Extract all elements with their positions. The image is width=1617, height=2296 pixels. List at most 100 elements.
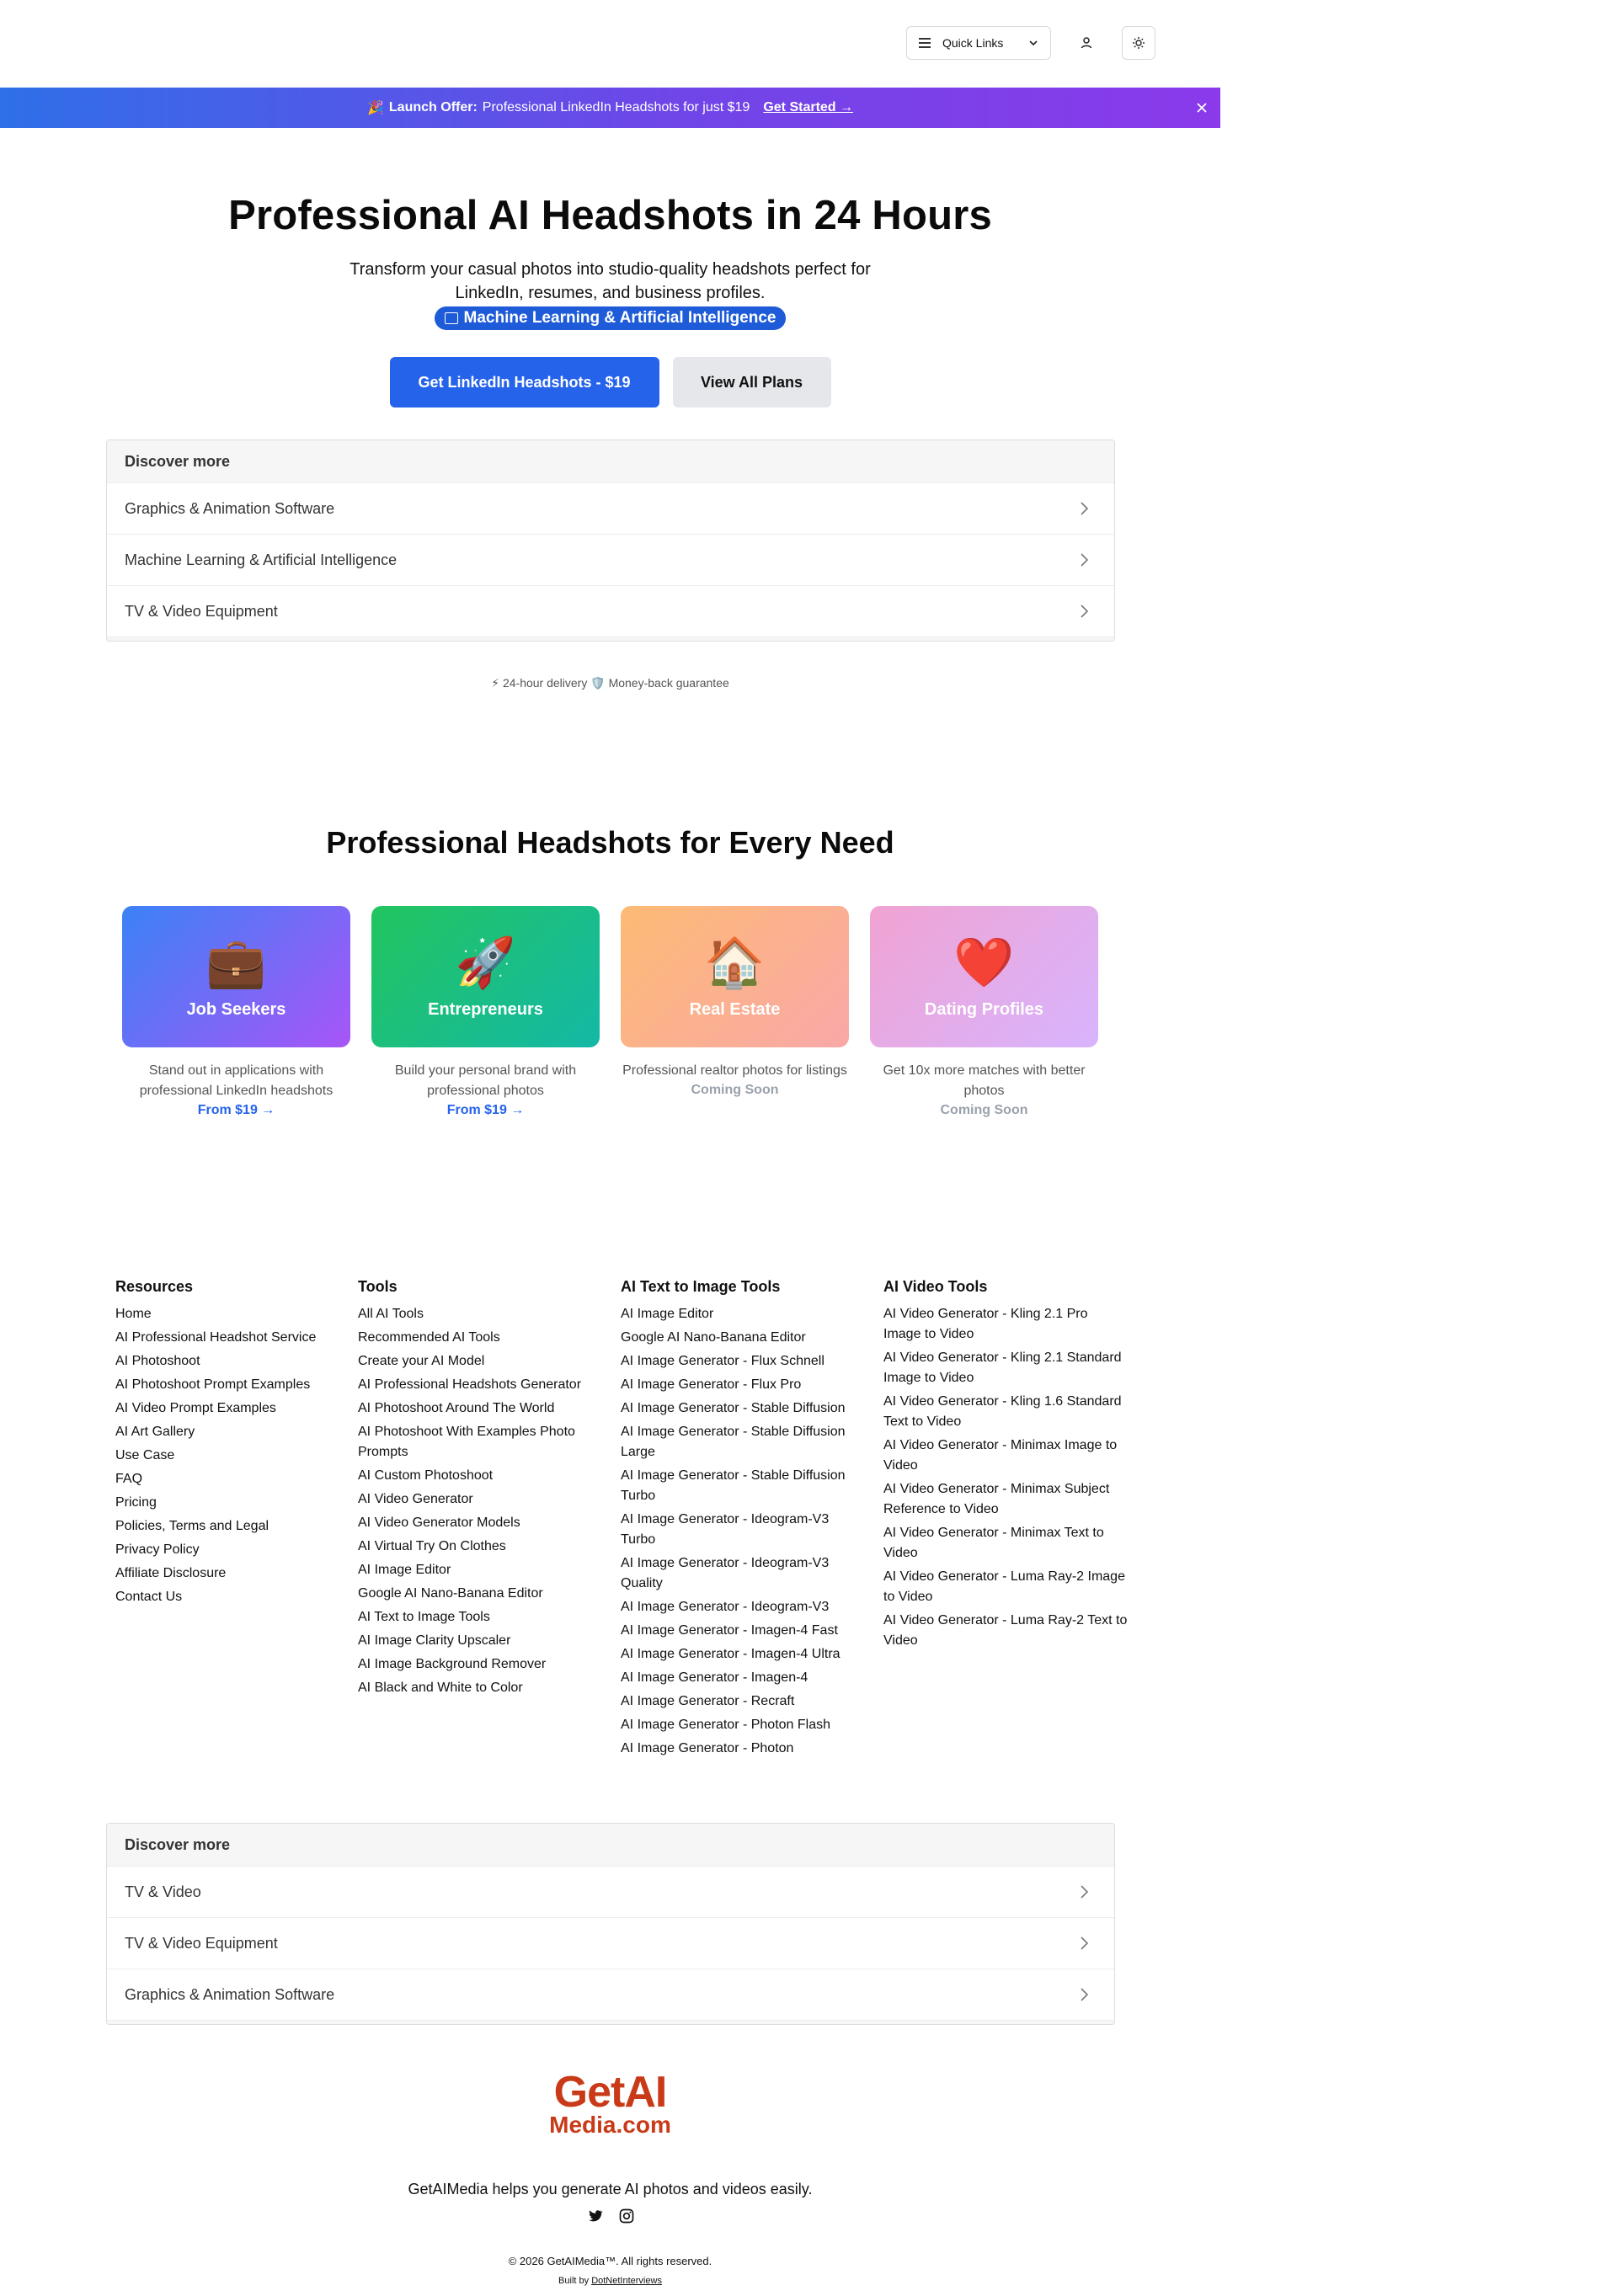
footer-link[interactable]: AI Image Generator - Photon Flash xyxy=(621,1715,865,1735)
discover-more-panel-bottom: Discover more TV & Video TV & Video Equi… xyxy=(106,1823,1115,2025)
footer-link[interactable]: AI Video Generator - Minimax Image to Vi… xyxy=(883,1436,1128,1476)
card-title: Entrepreneurs xyxy=(428,999,543,1019)
discover-item-label: Graphics & Animation Software xyxy=(125,1985,335,2003)
footer-link[interactable]: AI Image Generator - Ideogram-V3 xyxy=(621,1597,865,1617)
category-pill[interactable]: Machine Learning & Artificial Intelligen… xyxy=(434,306,787,330)
footer-link[interactable]: AI Video Generator - Kling 2.1 Pro Image… xyxy=(883,1304,1128,1345)
get-started-link[interactable]: Get Started → xyxy=(763,100,853,115)
discover-item-label: Machine Learning & Artificial Intelligen… xyxy=(125,551,398,568)
card-title: Dating Profiles xyxy=(924,999,1044,1019)
card-entrepreneurs[interactable]: 🚀 Entrepreneurs Build your personal bran… xyxy=(371,906,600,1118)
discover-more-panel: Discover more Graphics & Animation Softw… xyxy=(106,439,1115,642)
footer-link[interactable]: AI Image Generator - Stable Diffusion xyxy=(621,1398,865,1419)
footer-link[interactable]: AI Text to Image Tools xyxy=(358,1607,602,1627)
card-tile: 🚀 Entrepreneurs xyxy=(371,906,600,1047)
footer-link[interactable]: AI Image Clarity Upscaler xyxy=(358,1631,602,1651)
footer-link[interactable]: AI Photoshoot Prompt Examples xyxy=(115,1375,343,1395)
discover-item[interactable]: Graphics & Animation Software xyxy=(107,482,1114,534)
discover-item[interactable]: Graphics & Animation Software xyxy=(107,1968,1114,2020)
quick-links-dropdown[interactable]: Quick Links xyxy=(906,26,1051,60)
footer-link[interactable]: AI Image Generator - Ideogram-V3 Turbo xyxy=(621,1510,865,1550)
footer-link[interactable]: AI Image Generator - Recraft xyxy=(621,1691,865,1712)
card-job-seekers[interactable]: 💼 Job Seekers Stand out in applications … xyxy=(122,906,350,1118)
get-linkedin-headshots-button[interactable]: Get LinkedIn Headshots - $19 xyxy=(389,357,659,408)
footer-link[interactable]: Home xyxy=(115,1304,343,1324)
footer-link[interactable]: Use Case xyxy=(115,1446,343,1466)
footer-link[interactable]: Create your AI Model xyxy=(358,1351,602,1372)
needs-title: Professional Headshots for Every Need xyxy=(326,825,894,860)
footer-link[interactable]: AI Video Generator xyxy=(358,1489,602,1510)
account-button[interactable] xyxy=(1070,26,1103,60)
chevron-right-icon xyxy=(1081,553,1089,567)
footer-link[interactable]: AI Video Generator - Kling 1.6 Standard … xyxy=(883,1392,1128,1432)
footer-link[interactable]: Affiliate Disclosure xyxy=(115,1564,343,1584)
footer-link[interactable]: AI Image Generator - Imagen-4 Fast xyxy=(621,1621,865,1641)
footer-link[interactable]: AI Video Generator - Luma Ray-2 Text to … xyxy=(883,1611,1128,1651)
footer-link[interactable]: AI Image Generator - Flux Pro xyxy=(621,1375,865,1395)
footer-link[interactable]: All AI Tools xyxy=(358,1304,602,1324)
discover-item[interactable]: TV & Video Equipment xyxy=(107,585,1114,637)
footer-link[interactable]: FAQ xyxy=(115,1469,343,1489)
discover-item[interactable]: Machine Learning & Artificial Intelligen… xyxy=(107,534,1114,585)
chevron-right-icon xyxy=(1081,1885,1089,1899)
footer-link[interactable]: AI Image Generator - Ideogram-V3 Quality xyxy=(621,1553,865,1594)
view-all-plans-button[interactable]: View All Plans xyxy=(672,357,831,408)
footer-link[interactable]: Recommended AI Tools xyxy=(358,1328,602,1348)
card-title: Job Seekers xyxy=(186,999,286,1019)
footer-link[interactable]: AI Photoshoot xyxy=(115,1351,343,1372)
footer-link[interactable]: AI Image Background Remover xyxy=(358,1654,602,1675)
discover-item[interactable]: TV & Video xyxy=(107,1866,1114,1917)
footer-link[interactable]: AI Video Generator Models xyxy=(358,1513,602,1533)
twitter-icon[interactable] xyxy=(586,2208,603,2224)
newspaper-icon xyxy=(444,312,458,324)
footer-link[interactable]: Privacy Policy xyxy=(115,1540,343,1560)
footer-link[interactable]: AI Photoshoot With Examples Photo Prompt… xyxy=(358,1422,602,1462)
footer-link[interactable]: AI Photoshoot Around The World xyxy=(358,1398,602,1419)
logo-line-2: Media.com xyxy=(549,2112,671,2138)
footer-video-tools: AI Video Tools AI Video Generator - Klin… xyxy=(883,1278,1128,1654)
card-price-link[interactable]: From $19 → xyxy=(371,1103,600,1118)
theme-toggle-button[interactable] xyxy=(1122,26,1155,60)
footer-link[interactable]: Google AI Nano-Banana Editor xyxy=(621,1328,865,1348)
footer-link[interactable]: Pricing xyxy=(115,1493,343,1513)
chevron-right-icon xyxy=(1081,605,1089,618)
footer-link[interactable]: AI Image Generator - Imagen-4 Ultra xyxy=(621,1644,865,1665)
footer-link[interactable]: AI Image Editor xyxy=(358,1560,602,1580)
social-links xyxy=(0,2208,1220,2224)
footer-link[interactable]: AI Virtual Try On Clothes xyxy=(358,1537,602,1557)
card-description: Professional realtor photos for listings xyxy=(622,1063,847,1078)
footer-link[interactable]: Contact Us xyxy=(115,1587,343,1607)
footer-link[interactable]: AI Image Generator - Flux Schnell xyxy=(621,1351,865,1372)
discover-item[interactable]: TV & Video Equipment xyxy=(107,1917,1114,1968)
close-icon[interactable] xyxy=(1193,99,1210,116)
footer-heading: AI Text to Image Tools xyxy=(621,1278,781,1295)
footer-link[interactable]: AI Video Generator - Minimax Text to Vid… xyxy=(883,1523,1128,1564)
instagram-icon[interactable] xyxy=(618,2208,635,2224)
launch-offer-banner: 🎉 Launch Offer: Professional LinkedIn He… xyxy=(0,88,1220,128)
footer-link[interactable]: AI Professional Headshots Generator xyxy=(358,1375,602,1395)
shield-icon: 🛡️ xyxy=(590,676,606,690)
hero-title: Professional AI Headshots in 24 Hours xyxy=(228,193,992,238)
guarantee-badge: Money-back guarantee xyxy=(608,676,729,690)
footer-link[interactable]: AI Image Generator - Photon xyxy=(621,1739,865,1759)
card-price-link[interactable]: From $19 → xyxy=(122,1103,350,1118)
footer-link[interactable]: AI Professional Headshot Service xyxy=(115,1328,343,1348)
footer-link[interactable]: AI Art Gallery xyxy=(115,1422,343,1442)
card-dating-profiles: ❤️ Dating Profiles Get 10x more matches … xyxy=(870,906,1098,1118)
footer-link[interactable]: AI Image Generator - Stable Diffusion Tu… xyxy=(621,1466,865,1506)
footer-link[interactable]: Policies, Terms and Legal xyxy=(115,1516,343,1537)
footer-link[interactable]: AI Black and White to Color xyxy=(358,1678,602,1698)
footer-link[interactable]: AI Image Generator - Stable Diffusion La… xyxy=(621,1422,865,1462)
footer-link[interactable]: AI Video Generator - Kling 2.1 Standard … xyxy=(883,1348,1128,1388)
card-title: Real Estate xyxy=(689,999,781,1019)
footer-link[interactable]: AI Video Prompt Examples xyxy=(115,1398,343,1419)
footer-link[interactable]: AI Custom Photoshoot xyxy=(358,1466,602,1486)
footer-link[interactable]: AI Video Generator - Minimax Subject Ref… xyxy=(883,1479,1128,1520)
built-by-link[interactable]: DotNetInterviews xyxy=(591,2276,662,2286)
footer-link[interactable]: Google AI Nano-Banana Editor xyxy=(358,1584,602,1604)
user-icon xyxy=(1081,37,1092,49)
site-logo[interactable]: GetAI Media.com xyxy=(0,2070,1220,2138)
footer-link[interactable]: AI Video Generator - Luma Ray-2 Image to… xyxy=(883,1567,1128,1607)
footer-link[interactable]: AI Image Editor xyxy=(621,1304,865,1324)
footer-link[interactable]: AI Image Generator - Imagen-4 xyxy=(621,1668,865,1688)
